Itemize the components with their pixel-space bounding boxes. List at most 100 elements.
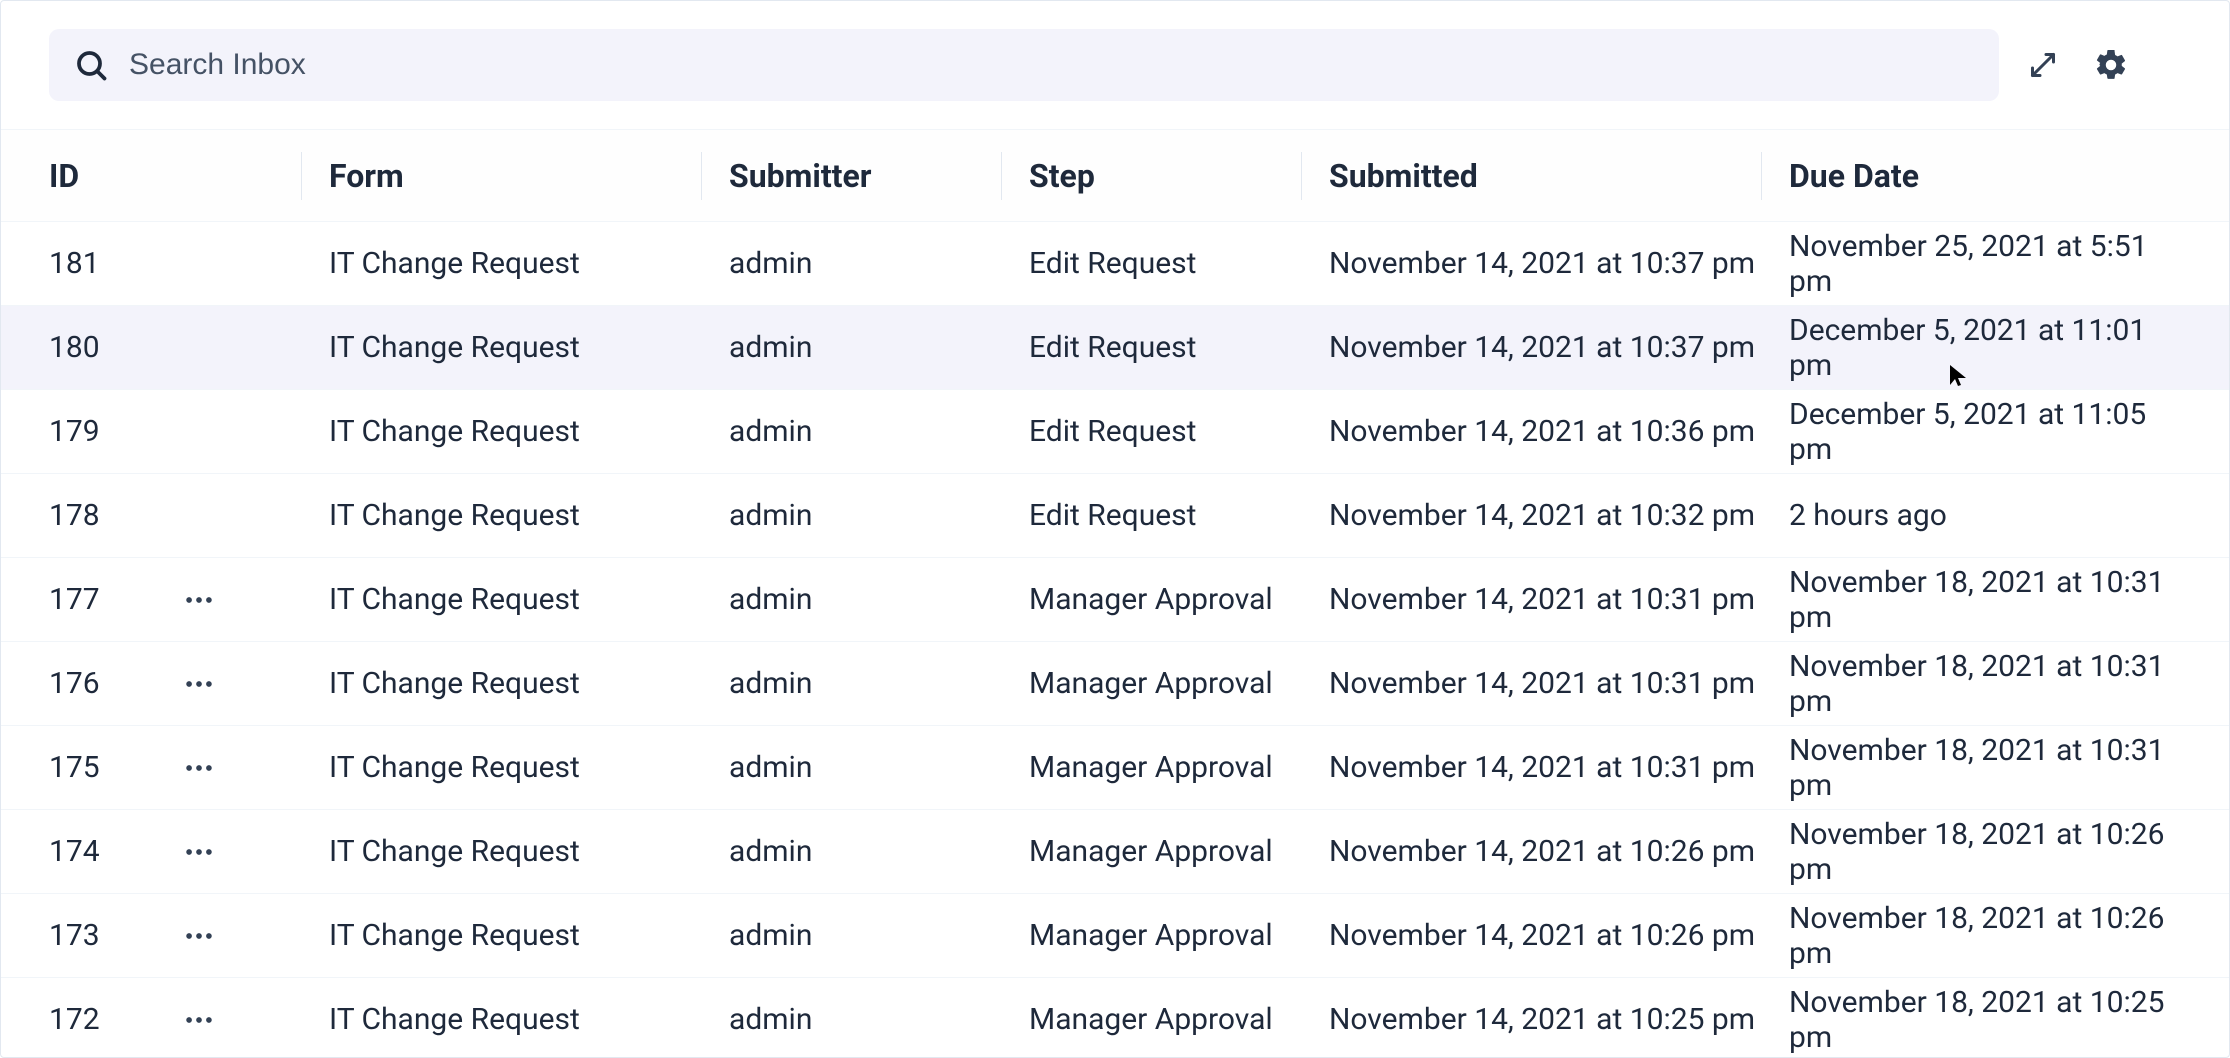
more-horizontal-icon <box>182 1003 216 1037</box>
table-row[interactable]: 176IT Change RequestadminManager Approva… <box>1 642 2229 726</box>
cell-step: Manager Approval <box>1029 750 1329 785</box>
cell-submitted: November 14, 2021 at 10:36 pm <box>1329 414 1789 449</box>
row-menu-button[interactable] <box>179 580 219 620</box>
id-value: 175 <box>49 750 169 785</box>
row-menu-button[interactable] <box>179 1000 219 1040</box>
id-value: 172 <box>49 1002 169 1037</box>
id-value: 178 <box>49 498 169 533</box>
cell-id: 174 <box>49 832 329 872</box>
expand-icon <box>2025 47 2061 83</box>
cell-submitter: admin <box>729 414 1029 449</box>
row-menu-button[interactable] <box>179 916 219 956</box>
cell-form: IT Change Request <box>329 1002 729 1037</box>
search-field[interactable] <box>49 29 1999 101</box>
cell-submitter: admin <box>729 330 1029 365</box>
column-header-submitted[interactable]: Submitted <box>1329 157 1789 195</box>
id-value: 173 <box>49 918 169 953</box>
more-horizontal-icon <box>182 751 216 785</box>
row-menu-button[interactable] <box>179 832 219 872</box>
cell-due: November 18, 2021 at 10:31 pm <box>1789 565 2181 635</box>
cell-submitter: admin <box>729 498 1029 533</box>
id-value: 177 <box>49 582 169 617</box>
more-horizontal-icon <box>182 667 216 701</box>
table-row[interactable]: 172 IT Change RequestadminManager Approva… <box>1 978 2229 1058</box>
cell-submitted: November 14, 2021 at 10:37 pm <box>1329 330 1789 365</box>
cell-step: Edit Request <box>1029 414 1329 449</box>
cell-id: 175 <box>49 748 329 788</box>
cell-due: November 18, 2021 at 10:31 pm <box>1789 649 2181 719</box>
column-header-form[interactable]: Form <box>329 157 729 195</box>
column-header-due[interactable]: Due Date <box>1789 157 2181 195</box>
cell-submitter: admin <box>729 1002 1029 1037</box>
cell-submitted: November 14, 2021 at 10:32 pm <box>1329 498 1789 533</box>
column-header-id[interactable]: ID <box>49 157 329 195</box>
table-row[interactable]: 178 IT Change RequestadminEdit RequestNov… <box>1 474 2229 558</box>
cell-due: 2 hours ago <box>1789 498 2181 533</box>
table-row[interactable]: 175 IT Change RequestadminManager Approva… <box>1 726 2229 810</box>
cell-step: Edit Request <box>1029 498 1329 533</box>
cell-due: December 5, 2021 at 11:01 pm <box>1789 313 2181 383</box>
table-row[interactable]: 179 IT Change RequestadminEdit RequestNov… <box>1 390 2229 474</box>
column-header-submitter[interactable]: Submitter <box>729 157 1029 195</box>
cell-form: IT Change Request <box>329 582 729 617</box>
search-icon <box>73 47 109 83</box>
cell-submitted: November 14, 2021 at 10:31 pm <box>1329 666 1789 701</box>
table-row[interactable]: 180IT Change RequestadminEdit RequestNov… <box>1 306 2229 390</box>
settings-button[interactable] <box>2087 41 2135 89</box>
cell-submitter: admin <box>729 246 1029 281</box>
table-row[interactable]: 177 IT Change RequestadminManager Approva… <box>1 558 2229 642</box>
cell-due: November 18, 2021 at 10:31 pm <box>1789 733 2181 803</box>
table-row[interactable]: 181IT Change RequestadminEdit RequestNov… <box>1 222 2229 306</box>
cell-step: Edit Request <box>1029 246 1329 281</box>
cell-step: Manager Approval <box>1029 582 1329 617</box>
cell-id: 176 <box>49 664 329 704</box>
row-menu-button[interactable] <box>179 664 219 704</box>
inbox-table: ID Form Submitter Step Submitted Due Dat… <box>1 130 2229 1058</box>
cell-step: Manager Approval <box>1029 1002 1329 1037</box>
cell-step: Manager Approval <box>1029 834 1329 869</box>
cell-submitted: November 14, 2021 at 10:37 pm <box>1329 246 1789 281</box>
cell-due: December 5, 2021 at 11:05 pm <box>1789 397 2181 467</box>
more-horizontal-icon <box>182 583 216 617</box>
cell-submitter: admin <box>729 750 1029 785</box>
cell-step: Manager Approval <box>1029 666 1329 701</box>
table-row[interactable]: 173 IT Change RequestadminManager Approva… <box>1 894 2229 978</box>
cell-submitted: November 14, 2021 at 10:26 pm <box>1329 918 1789 953</box>
gear-icon <box>2093 47 2129 83</box>
cell-due: November 18, 2021 at 10:26 pm <box>1789 901 2181 971</box>
cell-id: 178 <box>49 498 329 533</box>
table-body: 181IT Change RequestadminEdit RequestNov… <box>1 222 2229 1058</box>
search-input[interactable] <box>129 48 1975 82</box>
expand-button[interactable] <box>2019 41 2067 89</box>
cell-form: IT Change Request <box>329 750 729 785</box>
cell-id: 172 <box>49 1000 329 1040</box>
row-menu-button[interactable] <box>179 748 219 788</box>
id-value: 176 <box>49 666 169 701</box>
cell-due: November 18, 2021 at 10:26 pm <box>1789 817 2181 887</box>
cell-submitted: November 14, 2021 at 10:31 pm <box>1329 582 1789 617</box>
cell-form: IT Change Request <box>329 498 729 533</box>
cell-due: November 18, 2021 at 10:25 pm <box>1789 985 2181 1055</box>
cell-submitter: admin <box>729 834 1029 869</box>
more-horizontal-icon <box>182 919 216 953</box>
cell-submitter: admin <box>729 582 1029 617</box>
inbox-frame: ID Form Submitter Step Submitted Due Dat… <box>0 0 2230 1058</box>
cell-form: IT Change Request <box>329 918 729 953</box>
cell-form: IT Change Request <box>329 414 729 449</box>
column-header-step[interactable]: Step <box>1029 157 1329 195</box>
cell-id: 179 <box>49 414 329 449</box>
cell-step: Manager Approval <box>1029 918 1329 953</box>
cell-id: 180 <box>49 330 329 365</box>
id-value: 180 <box>49 330 169 365</box>
cell-submitted: November 14, 2021 at 10:25 pm <box>1329 1002 1789 1037</box>
id-value: 174 <box>49 834 169 869</box>
cell-form: IT Change Request <box>329 246 729 281</box>
cell-id: 177 <box>49 580 329 620</box>
id-value: 179 <box>49 414 169 449</box>
cell-submitted: November 14, 2021 at 10:26 pm <box>1329 834 1789 869</box>
table-row[interactable]: 174 IT Change RequestadminManager Approva… <box>1 810 2229 894</box>
cell-submitter: admin <box>729 918 1029 953</box>
cell-form: IT Change Request <box>329 834 729 869</box>
more-horizontal-icon <box>182 835 216 869</box>
table-header: ID Form Submitter Step Submitted Due Dat… <box>1 130 2229 222</box>
